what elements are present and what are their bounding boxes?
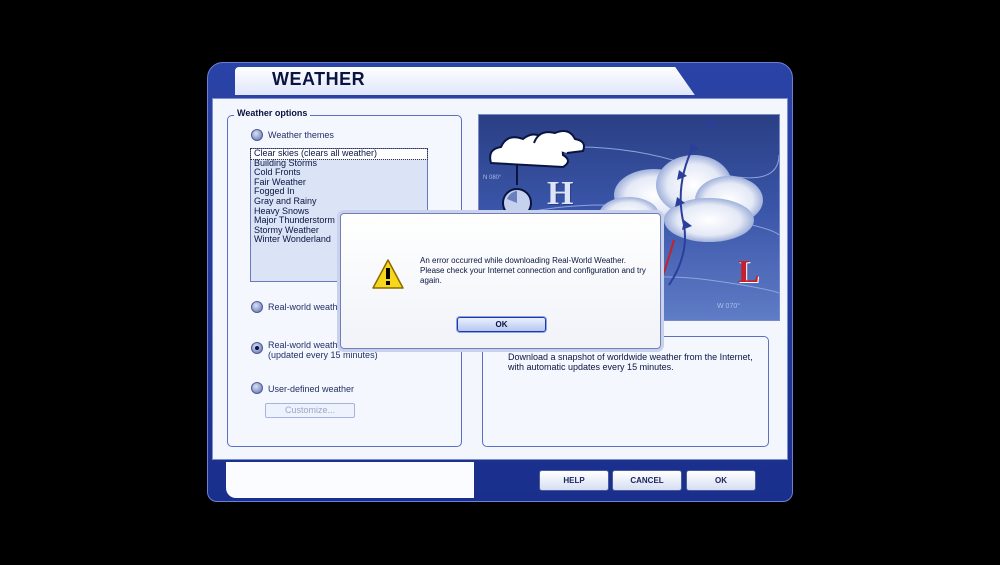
ok-button[interactable]: OK [686, 470, 756, 491]
error-ok-button[interactable]: OK [457, 317, 546, 332]
window-title: WEATHER [272, 69, 366, 89]
heading-right-label: W 070° [717, 303, 741, 310]
cancel-button[interactable]: CANCEL [612, 470, 682, 491]
weather-themes-radio[interactable] [251, 129, 263, 141]
realworld-static-radio[interactable] [251, 301, 263, 313]
description-text: Download a snapshot of worldwide weather… [508, 352, 753, 372]
realworld-updating-label: Real-world weath [268, 340, 338, 350]
realworld-static-label: Real-world weath [268, 302, 338, 312]
user-defined-label: User-defined weather [268, 384, 355, 394]
weather-themes-label: Weather themes [268, 130, 334, 140]
low-pressure-label: L [738, 253, 760, 289]
heading-left-label: N 080° [483, 175, 502, 181]
warning-icon [372, 259, 404, 289]
high-pressure-label: H [547, 175, 574, 212]
realworld-updating-sublabel: (updated every 15 minutes) [268, 350, 378, 360]
user-defined-radio[interactable] [251, 382, 263, 394]
bottom-status-area [226, 462, 474, 498]
realworld-updating-radio[interactable] [251, 342, 263, 354]
help-button[interactable]: HELP [539, 470, 609, 491]
customize-button[interactable]: Customize... [265, 403, 355, 418]
weather-options-legend: Weather options [234, 108, 311, 118]
error-message: An error occurred while downloading Real… [420, 256, 646, 285]
